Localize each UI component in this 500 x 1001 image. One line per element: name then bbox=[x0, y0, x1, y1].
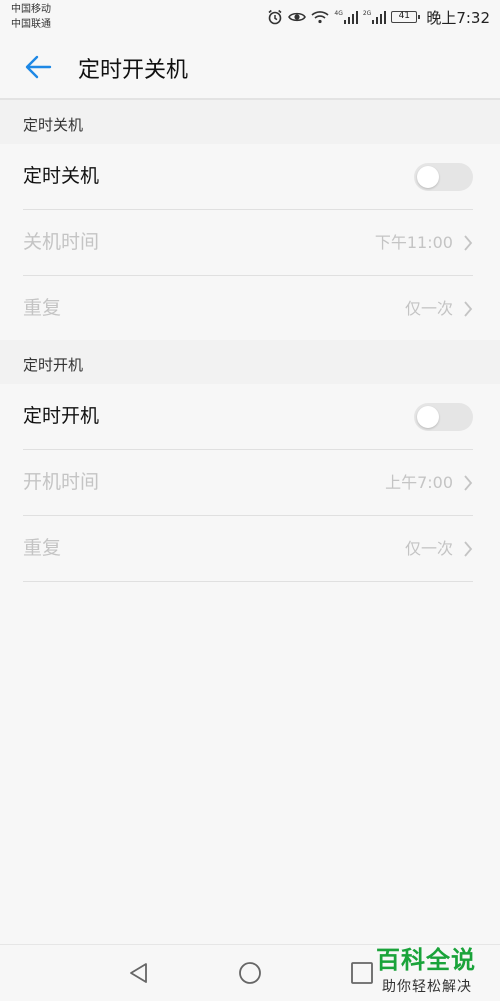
chevron-right-icon bbox=[464, 301, 473, 317]
shutdown-toggle-switch[interactable] bbox=[414, 163, 473, 191]
page-title: 定时开关机 bbox=[78, 58, 189, 83]
shutdown-section: 定时关机 定时关机 关机时间 下午11:00 重复 仅一次 bbox=[0, 100, 500, 342]
startup-toggle-row[interactable]: 定时开机 bbox=[23, 384, 473, 450]
nav-back-button[interactable] bbox=[125, 959, 153, 987]
startup-time-label: 开机时间 bbox=[23, 471, 100, 493]
clock: 晚上7:32 bbox=[426, 8, 490, 27]
carrier-names: 中国移动 中国联通 bbox=[11, 2, 51, 32]
home-circle-icon bbox=[239, 962, 261, 984]
shutdown-toggle-row[interactable]: 定时关机 bbox=[23, 144, 473, 210]
startup-repeat-row[interactable]: 重复 仅一次 bbox=[23, 516, 473, 582]
eye-comfort-icon bbox=[288, 10, 307, 24]
signal-2: 2G bbox=[362, 10, 387, 24]
shutdown-repeat-value: 仅一次 bbox=[404, 299, 453, 318]
section-header-shutdown: 定时关机 bbox=[0, 100, 500, 144]
wifi-icon bbox=[311, 10, 329, 24]
carrier-2: 中国联通 bbox=[11, 19, 51, 30]
signal-1: 4G bbox=[334, 10, 358, 24]
alarm-icon bbox=[267, 9, 283, 25]
chevron-right-icon bbox=[464, 475, 473, 491]
startup-section: 定时开机 定时开机 开机时间 上午7:00 重复 仅一次 bbox=[0, 340, 500, 582]
watermark-title: 百科全说 bbox=[376, 946, 476, 974]
signal-bars-icon bbox=[343, 11, 358, 24]
startup-repeat-value: 仅一次 bbox=[404, 539, 453, 558]
startup-repeat-label: 重复 bbox=[23, 537, 62, 559]
shutdown-time-row[interactable]: 关机时间 下午11:00 bbox=[23, 210, 473, 276]
toggle-knob bbox=[417, 406, 439, 428]
status-bar: 中国移动 中国联通 4G 2G 41 晚上7:32 bbox=[0, 0, 500, 36]
section-header-startup: 定时开机 bbox=[0, 340, 500, 384]
signal-bars-icon bbox=[372, 11, 387, 24]
back-arrow-icon bbox=[25, 55, 52, 79]
shutdown-time-label: 关机时间 bbox=[23, 231, 100, 253]
shutdown-repeat-row[interactable]: 重复 仅一次 bbox=[23, 276, 473, 342]
shutdown-toggle-label: 定时关机 bbox=[23, 165, 100, 187]
status-icons: 4G 2G 41 晚上7:32 bbox=[267, 6, 490, 28]
startup-toggle-label: 定时开机 bbox=[23, 405, 100, 427]
nav-home-button[interactable] bbox=[236, 959, 264, 987]
signal-2-tag: 2G bbox=[362, 10, 372, 17]
watermark-logo: 百科全说 助你轻松解决 bbox=[368, 938, 494, 1000]
carrier-1: 中国移动 bbox=[11, 4, 51, 15]
back-button[interactable] bbox=[22, 50, 56, 84]
signal-1-tag: 4G bbox=[334, 10, 343, 17]
chevron-right-icon bbox=[464, 541, 473, 557]
startup-toggle-switch[interactable] bbox=[414, 403, 473, 431]
startup-time-row[interactable]: 开机时间 上午7:00 bbox=[23, 450, 473, 516]
app-header: 定时开关机 bbox=[0, 36, 500, 100]
watermark-subtitle: 助你轻松解决 bbox=[382, 979, 472, 995]
chevron-right-icon bbox=[464, 235, 473, 251]
back-triangle-icon bbox=[130, 963, 147, 983]
shutdown-repeat-label: 重复 bbox=[23, 297, 62, 319]
shutdown-time-value: 下午11:00 bbox=[374, 233, 453, 252]
battery-icon: 41 bbox=[391, 11, 421, 23]
toggle-knob bbox=[417, 166, 439, 188]
startup-time-value: 上午7:00 bbox=[385, 473, 453, 492]
